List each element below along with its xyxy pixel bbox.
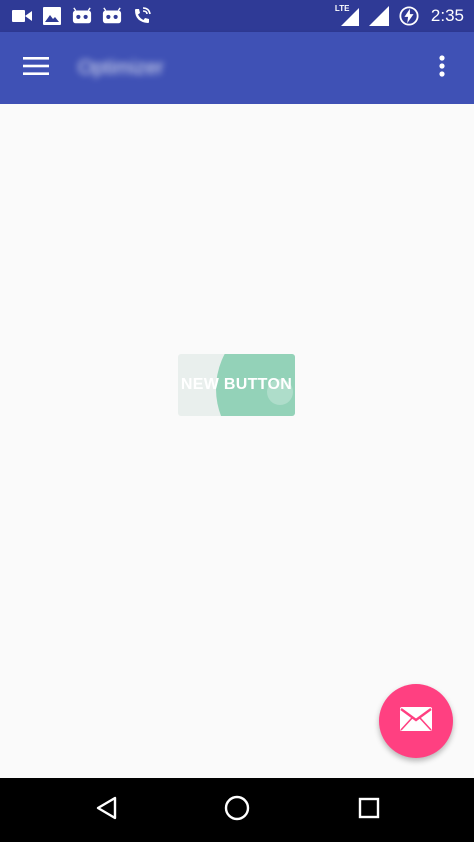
image-icon — [42, 6, 62, 26]
back-button[interactable] — [86, 790, 126, 830]
status-left — [12, 6, 152, 26]
navigation-bar — [0, 778, 474, 842]
home-icon — [224, 795, 250, 825]
network-type-label: LTE — [334, 4, 350, 13]
hamburger-menu-icon — [23, 56, 49, 80]
email-icon — [400, 707, 432, 735]
recents-icon — [358, 797, 380, 823]
android-debug-icon — [102, 6, 122, 26]
wifi-calling-icon — [132, 6, 152, 26]
main-content: NEW BUTTON — [0, 104, 474, 778]
status-time: 2:35 — [430, 6, 464, 25]
signal-icon — [368, 6, 389, 26]
app-bar: Optimizer — [0, 32, 474, 104]
more-vert-icon — [439, 55, 445, 81]
menu-button[interactable] — [0, 32, 72, 104]
battery-charging-icon — [399, 6, 419, 26]
new-button[interactable]: NEW BUTTON — [178, 354, 295, 416]
back-icon — [95, 796, 117, 824]
status-right: LTE 2:35 — [334, 4, 464, 26]
android-debug-icon — [72, 6, 92, 26]
home-button[interactable] — [217, 790, 257, 830]
video-camera-icon — [12, 6, 32, 26]
status-bar: LTE 2:35 — [0, 0, 474, 32]
overflow-menu-button[interactable] — [424, 50, 460, 86]
recents-button[interactable] — [349, 790, 389, 830]
new-button-label: NEW BUTTON — [180, 376, 293, 393]
email-fab[interactable] — [379, 684, 453, 758]
signal-lte-icon: LTE — [334, 4, 359, 26]
app-title: Optimizer — [78, 56, 164, 79]
